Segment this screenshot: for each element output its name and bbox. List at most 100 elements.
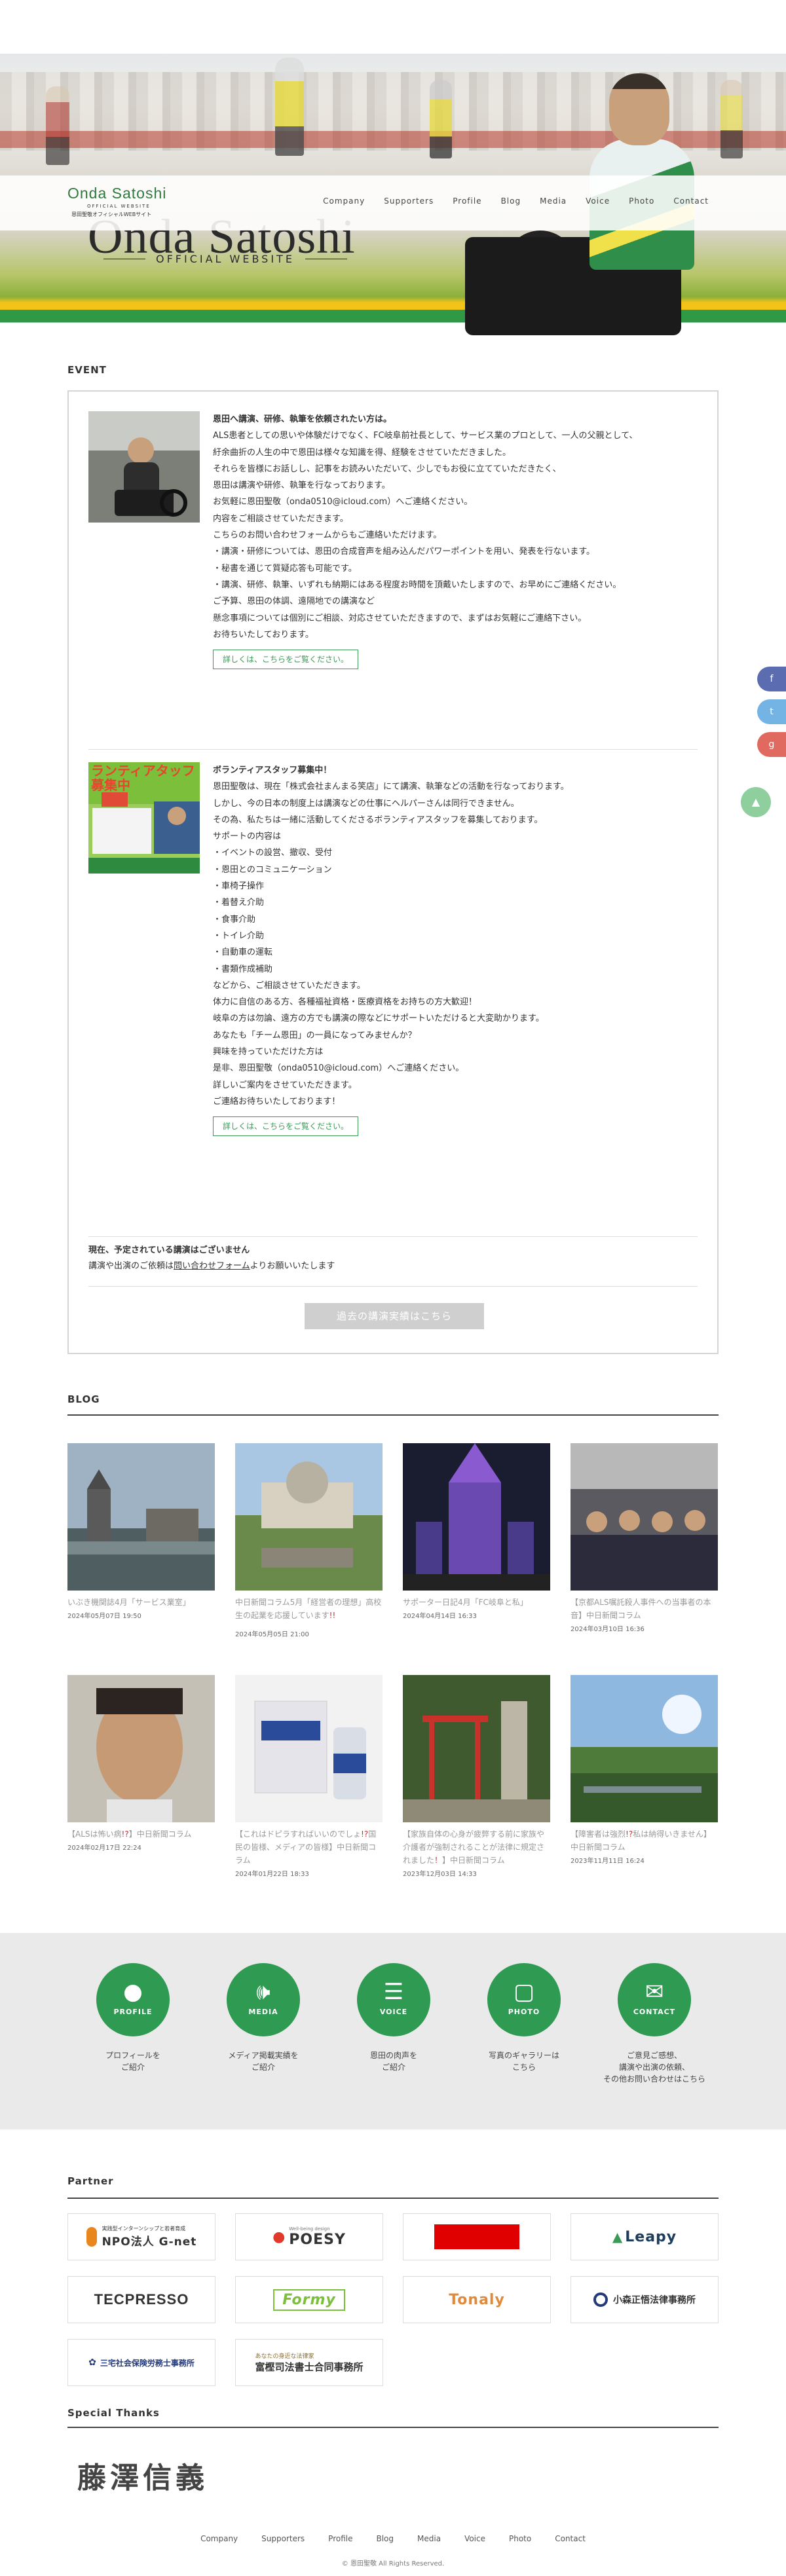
contact-form-link[interactable]: 問い合わせフォーム (174, 1261, 250, 1271)
lecture-more-button[interactable]: 詳しくは、こちらをご覧ください。 (213, 650, 359, 670)
blog-post[interactable]: 【これはドピラすればいいのでしょ!?国民の皆様、メディアの皆様】中日新聞コラム … (235, 1675, 383, 1878)
togashi-tagline: あなたの身近な法律家 (255, 2353, 314, 2360)
blog-post-title-text[interactable]: 【障害者は強烈 (571, 1830, 626, 1839)
voice-icon: ☰ (383, 1979, 404, 2005)
blog-post-image[interactable] (235, 1675, 383, 1822)
partner-logo-leapy[interactable]: ▲ Leapy (571, 2213, 719, 2260)
photo-link[interactable]: ▢ PHOTO (487, 1963, 561, 2036)
footer-nav-voice[interactable]: Voice (464, 2534, 485, 2543)
profile-label: PROFILE (113, 2008, 153, 2016)
blog-post[interactable]: 中日新聞コラム5月「経営者の理想」高校生の起業を応援しています!! 2024年0… (235, 1443, 383, 1638)
text-line: ・イベントの設営、撤収、受付 (213, 848, 333, 858)
blog-post-title[interactable]: 【これはドピラすればいいのでしょ!?国民の皆様、メディアの皆様】中日新聞コラム (235, 1828, 383, 1867)
blog-post-image[interactable] (235, 1443, 383, 1591)
blog-post-image[interactable] (403, 1443, 550, 1591)
partner-logo-red[interactable] (403, 2213, 551, 2260)
blog-post-image[interactable] (67, 1443, 215, 1591)
blog-post[interactable]: 【障害者は強烈!?私は納得いきません】中日新聞コラム 2023年11月11日 1… (571, 1675, 718, 1865)
footer-nav-blog[interactable]: Blog (376, 2534, 394, 2543)
text-line: 興味を持っていただけた方は (213, 1047, 324, 1058)
profile-link[interactable]: ● PROFILE (96, 1963, 170, 2036)
blog-post-title-emphasis: !! (329, 1611, 336, 1620)
twitter-share-icon[interactable]: t (757, 699, 786, 724)
blog-post-title[interactable]: 中日新聞コラム5月「経営者の理想」高校生の起業を応援しています!! (235, 1596, 383, 1622)
nav-supporters[interactable]: Supporters (384, 196, 434, 206)
blog-post-title[interactable]: 【京都ALS嘱託殺人事件への当事者の本音】中日新聞コラム (571, 1596, 718, 1622)
blog-post-title-text[interactable]: 【これはドピラすればいいのでしょ (235, 1830, 361, 1839)
nav-voice[interactable]: Voice (586, 196, 610, 206)
blog-post[interactable]: 【ALSは怖い病!?】中日新聞コラム 2024年02月17日 22:24 (67, 1675, 215, 1852)
voice-link[interactable]: ☰ VOICE (357, 1963, 430, 2036)
partner-logo-poesy[interactable]: ● Well-being design POESY (235, 2213, 383, 2260)
event-divider (88, 1286, 698, 1287)
partner-section-title: Partner (67, 2175, 114, 2187)
nav-contact[interactable]: Contact (673, 196, 709, 206)
site-logo[interactable]: Onda Satoshi OFFICIAL WEBSITE 恩田聖敬オフィシャル… (67, 185, 185, 218)
profile-caption: プロフィールを ご紹介 (105, 2051, 160, 2072)
partner-logo-tecpresso[interactable]: TECPRESSO (67, 2276, 215, 2323)
back-to-top-icon[interactable]: ▲ (741, 787, 771, 817)
blog-post-date: 2024年01月22日 18:33 (235, 1871, 309, 1878)
nav-profile[interactable]: Profile (453, 196, 481, 206)
blog-post-image[interactable] (571, 1675, 718, 1822)
footer-nav-profile[interactable]: Profile (328, 2534, 352, 2543)
text-line: お気軽に恩田聖敬（onda0510@icloud.com）へご連絡ください。 (213, 497, 473, 507)
nav-photo[interactable]: Photo (629, 196, 654, 206)
nav-blog[interactable]: Blog (501, 196, 521, 206)
footer-nav-company[interactable]: Company (200, 2534, 238, 2543)
text-line: 是非、恩田聖敬（onda0510@icloud.com）へご連絡ください。 (213, 1063, 464, 1074)
leapy-name: Leapy (625, 2228, 677, 2245)
blog-post-image[interactable] (67, 1675, 215, 1822)
partner-logo-komori[interactable]: 小森正悟法律事務所 (571, 2276, 719, 2323)
text-line: ご予算、恩田の体調、遠隔地での講演など (213, 597, 375, 607)
blog-post-date: 2024年03月10日 16:36 (571, 1626, 645, 1633)
partner-logo-tonaly[interactable]: Tonaly (403, 2276, 551, 2323)
text-line: などから、ご相談させていただきます。 (213, 980, 365, 991)
blog-post[interactable]: 【家族自体の心身が疲弊する前に家族や介護者が強制されることが法律に規定されました… (403, 1675, 550, 1878)
text-line: その為、私たちは一緒に活動してくださるボランティアスタッフを募集しております。 (213, 815, 543, 825)
footer-nav-media[interactable]: Media (417, 2534, 441, 2543)
voice-caption: 恩田の肉声を ご紹介 (369, 2051, 417, 2072)
photo-caption: 写真のギャラリーは こちら (488, 2051, 559, 2072)
blog-post-title-text[interactable]: 中日新聞コラム5月「経営者の理想」高校生の起業を応援しています (235, 1598, 381, 1620)
blog-post-image[interactable] (571, 1443, 718, 1591)
partner-logo-formy[interactable]: Formy (235, 2276, 383, 2323)
blog-post[interactable]: 【京都ALS嘱託殺人事件への当事者の本音】中日新聞コラム 2024年03月10日… (571, 1443, 718, 1633)
blog-post[interactable]: いぶき機関誌4月「サービス業室」 2024年05月07日 19:50 (67, 1443, 215, 1620)
text-line: ・自動車の運転 (213, 948, 273, 958)
blog-post-image[interactable] (403, 1675, 550, 1822)
nav-media[interactable]: Media (540, 196, 567, 206)
partner-logo-miyake[interactable]: ✿ 三宅社会保険労務士事務所 (67, 2339, 215, 2386)
blog-post-title-text[interactable]: 【ALSは怖い病 (67, 1830, 122, 1839)
nav-company[interactable]: Company (323, 196, 365, 206)
text-line: ・書類作成補助 (213, 964, 273, 974)
blog-post[interactable]: サポーター日記4月「FC岐阜と私」 2024年04月14日 16:33 (403, 1443, 550, 1620)
blog-post-title[interactable]: サポーター日記4月「FC岐阜と私」 (403, 1596, 550, 1609)
footer-nav-supporters[interactable]: Supporters (261, 2534, 305, 2543)
miyake-name: 三宅社会保険労務士事務所 (100, 2358, 195, 2368)
text-line: 紆余曲折の人生の中で恩田は様々な知識を得、経験をさせていただきました。 (213, 447, 512, 458)
tonaly-name: Tonaly (449, 2291, 505, 2308)
notice-post: よりお願いいたします (250, 1261, 335, 1271)
partner-logo-togashi[interactable]: あなたの身近な法律家 富樫司法書士合同事務所 (235, 2339, 383, 2386)
quick-links-band: ● PROFILE プロフィールを ご紹介 🕪 MEDIA メディア掲載実績を … (0, 1933, 786, 2129)
footer-nav-photo[interactable]: Photo (509, 2534, 531, 2543)
media-link[interactable]: 🕪 MEDIA (227, 1963, 300, 2036)
blog-post-title-text[interactable]: 】中日新聞コラム (442, 1856, 505, 1865)
blog-post-title-text[interactable]: 】中日新聞コラム (129, 1830, 192, 1839)
togashi-name: 富樫司法書士合同事務所 (255, 2361, 364, 2373)
blog-post-title[interactable]: 【家族自体の心身が疲弊する前に家族や介護者が強制されることが法律に規定されました… (403, 1828, 550, 1867)
footer-nav-contact[interactable]: Contact (555, 2534, 586, 2543)
google-share-icon[interactable]: g (757, 732, 786, 757)
blog-post-title-emphasis: ！ (434, 1856, 443, 1865)
blog-post-title[interactable]: いぶき機関誌4月「サービス業室」 (67, 1596, 215, 1609)
blog-post-title[interactable]: 【障害者は強烈!?私は納得いきません】中日新聞コラム (571, 1828, 718, 1854)
partner-logo-gnet[interactable]: 実践型インターンシップと若者育成 NPO法人 G-net (67, 2213, 215, 2260)
contact-form-line[interactable]: こちらのお問い合わせフォームからもご連絡いただけます。 (213, 527, 698, 543)
past-lectures-button[interactable]: 過去の講演実績はこちら (305, 1303, 484, 1329)
blog-post-title[interactable]: 【ALSは怖い病!?】中日新聞コラム (67, 1828, 215, 1841)
facebook-share-icon[interactable]: f (757, 667, 786, 691)
text-line: しかし、今の日本の制度上は講演などの仕事にヘルパーさんは同行できません。 (213, 798, 519, 809)
contact-link[interactable]: ✉ CONTACT (618, 1963, 691, 2036)
volunteer-more-button[interactable]: 詳しくは、こちらをご覧ください。 (213, 1116, 359, 1137)
